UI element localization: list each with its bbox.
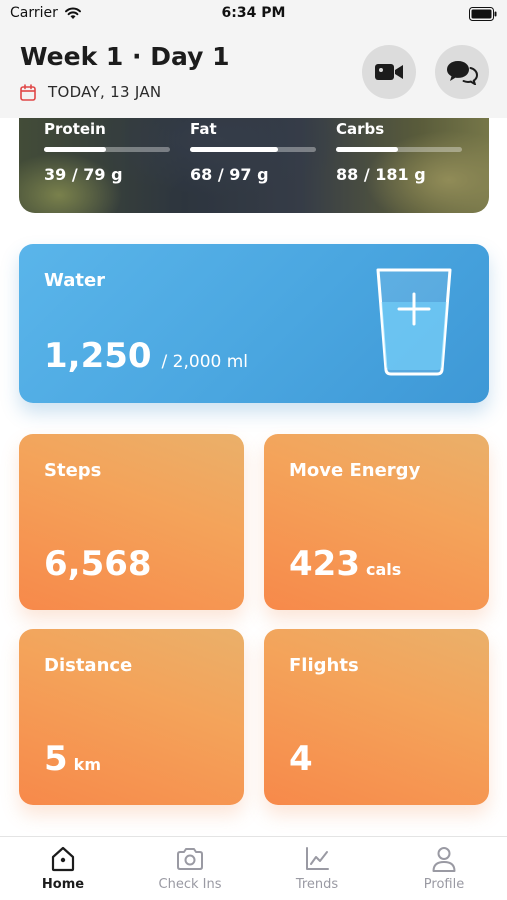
macro-progress-fill xyxy=(190,147,279,152)
distance-label: Distance xyxy=(44,655,133,676)
tab-trends[interactable]: Trends xyxy=(254,845,380,892)
water-amount: 1,250 / 2,000 ml xyxy=(44,336,248,376)
macro-protein: Protein 39 / 79 g xyxy=(44,120,170,184)
calendar-icon xyxy=(20,83,36,101)
flights-value-row: 4 xyxy=(289,739,313,779)
chat-button[interactable] xyxy=(435,45,489,99)
macro-name: Fat xyxy=(190,120,217,138)
move-energy-label: Move Energy xyxy=(289,460,421,481)
steps-value-row: 6,568 xyxy=(44,544,152,584)
flights-value: 4 xyxy=(289,739,313,779)
water-goal: / 2,000 ml xyxy=(161,352,249,372)
tab-home[interactable]: Home xyxy=(0,845,126,892)
tab-profile[interactable]: Profile xyxy=(381,845,507,892)
add-water-glass-icon[interactable] xyxy=(374,266,454,378)
macro-progress-fill xyxy=(336,147,398,152)
macro-value: 39 / 79 g xyxy=(44,165,123,184)
distance-card[interactable]: Distance 5 km xyxy=(19,629,244,805)
tab-label: Profile xyxy=(423,877,465,892)
video-call-button[interactable] xyxy=(362,45,416,99)
steps-card[interactable]: Steps 6,568 xyxy=(19,434,244,610)
tab-label: Trends xyxy=(295,877,339,892)
person-icon xyxy=(432,847,456,872)
macro-progress-track xyxy=(336,147,462,152)
flights-card[interactable]: Flights 4 xyxy=(264,629,489,805)
move-energy-value: 423 xyxy=(289,544,360,584)
date-row: TODAY, 13 JAN xyxy=(20,83,161,101)
tab-label: Check Ins xyxy=(158,877,222,892)
steps-label: Steps xyxy=(44,460,102,481)
move-energy-unit: cals xyxy=(365,560,402,579)
move-energy-card[interactable]: Move Energy 423 cals xyxy=(264,434,489,610)
video-camera-icon xyxy=(375,64,403,80)
water-value: 1,250 xyxy=(44,336,152,376)
macro-carbs: Carbs 88 / 181 g xyxy=(336,120,462,184)
status-bar: Carrier 6:34 PM xyxy=(0,0,507,28)
distance-unit: km xyxy=(73,755,101,774)
distance-value-row: 5 km xyxy=(44,739,101,779)
flights-label: Flights xyxy=(289,655,359,676)
move-energy-value-row: 423 cals xyxy=(289,544,401,584)
steps-value: 6,568 xyxy=(44,544,152,584)
macro-value: 68 / 97 g xyxy=(190,165,269,184)
date-label: TODAY, 13 JAN xyxy=(48,83,162,101)
distance-value: 5 xyxy=(44,739,68,779)
macro-value: 88 / 181 g xyxy=(336,165,426,184)
tab-label: Home xyxy=(41,877,85,892)
macro-progress-track xyxy=(44,147,170,152)
battery-icon xyxy=(469,7,497,25)
macro-progress-track xyxy=(190,147,316,152)
macro-fat: Fat 68 / 97 g xyxy=(190,120,316,184)
water-card[interactable]: Water 1,250 / 2,000 ml xyxy=(19,244,489,403)
chat-bubbles-icon xyxy=(447,61,478,85)
home-icon xyxy=(51,846,75,872)
camera-icon xyxy=(177,848,203,870)
page-header: Week 1 · Day 1 TODAY, 13 JAN xyxy=(0,28,507,118)
status-time: 6:34 PM xyxy=(221,5,286,21)
tab-check-ins[interactable]: Check Ins xyxy=(127,845,253,892)
water-label: Water xyxy=(44,270,106,291)
page-title: Week 1 · Day 1 xyxy=(20,42,230,71)
tab-bar: Home Check Ins Trends Profile xyxy=(0,836,507,900)
macro-name: Protein xyxy=(44,120,106,138)
chart-icon xyxy=(306,847,329,870)
macro-progress-fill xyxy=(44,147,106,152)
macro-name: Carbs xyxy=(336,120,385,138)
